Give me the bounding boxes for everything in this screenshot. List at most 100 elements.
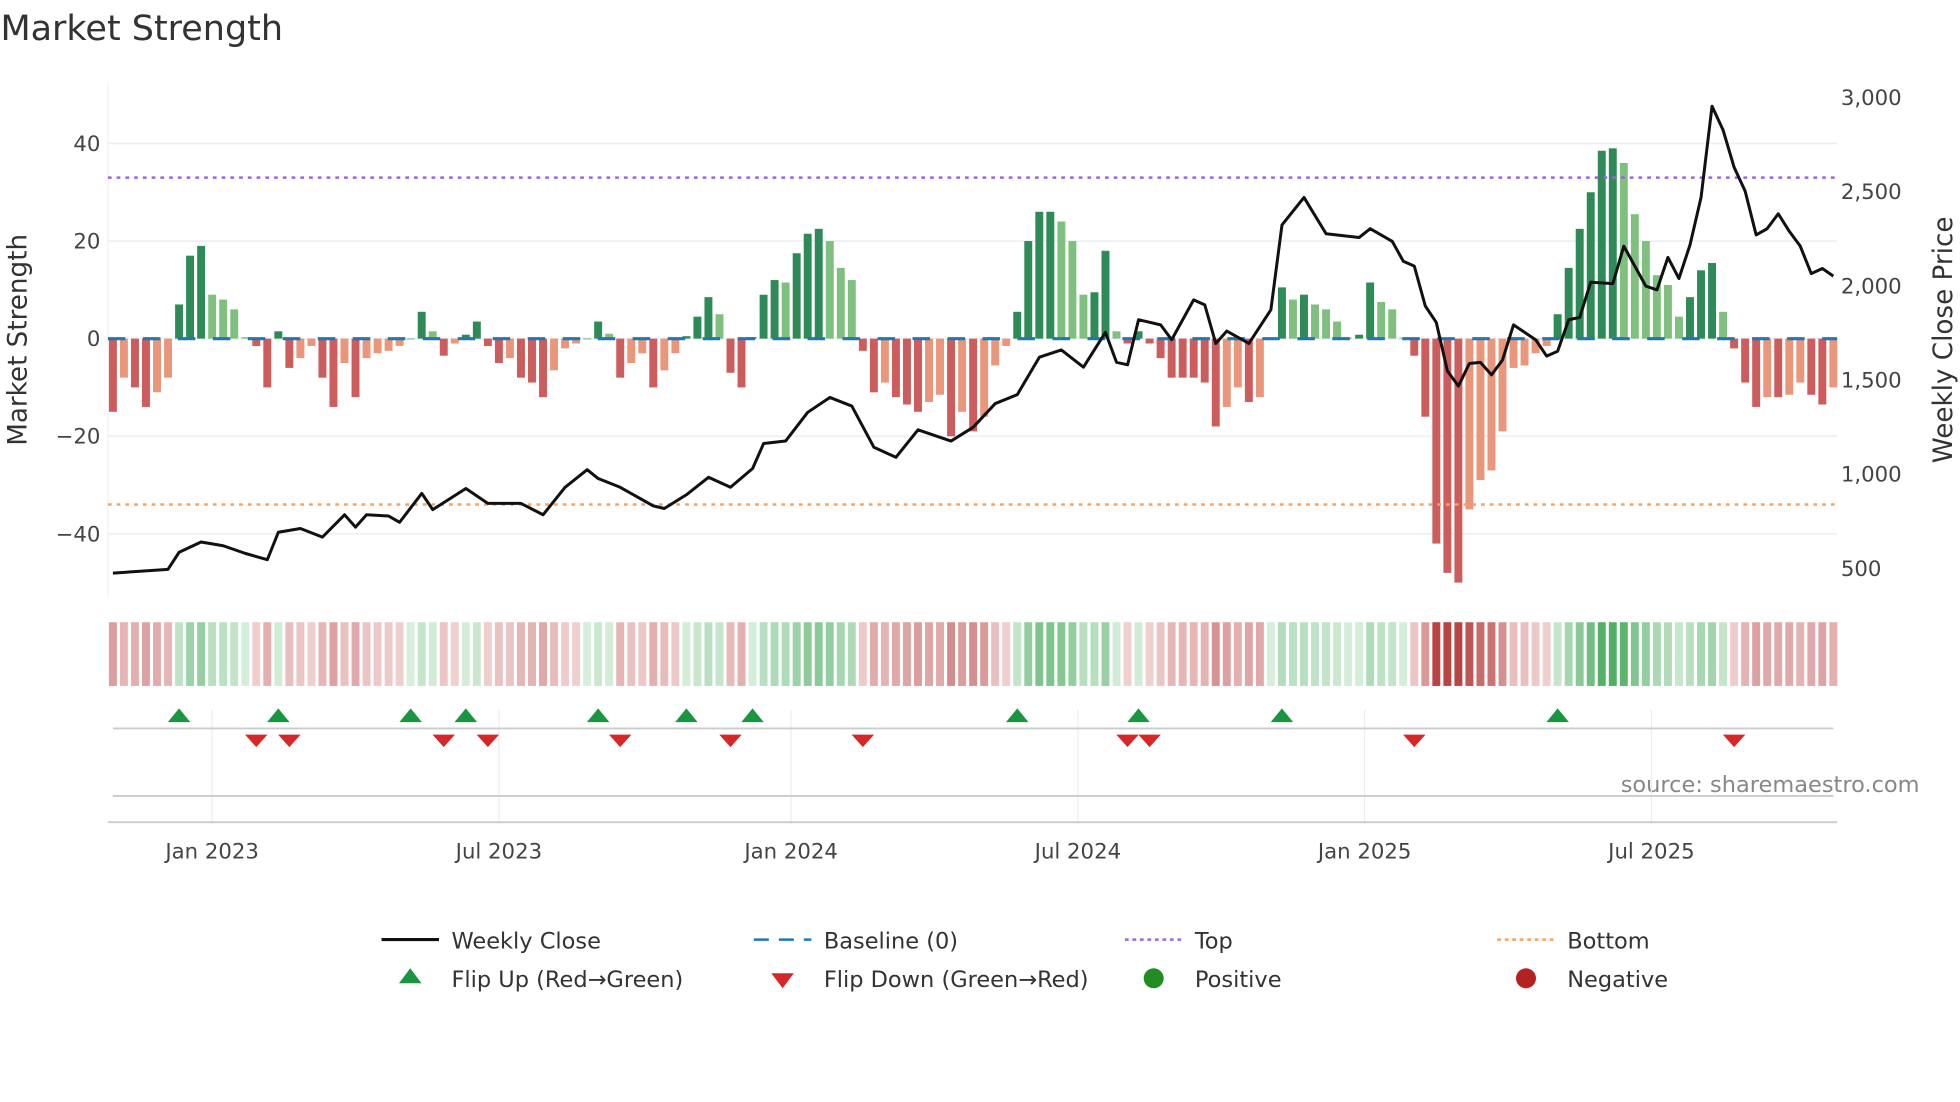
flip-up-marker <box>167 708 191 723</box>
legend-item-bottom: Bottom <box>1497 928 1650 954</box>
legend-item-negative: Negative <box>1516 967 1668 993</box>
strength-bar <box>285 338 294 368</box>
strength-strip-cell <box>528 622 536 686</box>
strength-strip-cell <box>638 622 647 686</box>
strength-bar <box>483 338 492 346</box>
strength-bar <box>1741 338 1750 383</box>
strength-strip-cell <box>340 622 349 686</box>
strength-bar <box>1145 338 1154 344</box>
strength-strip-cell <box>737 622 746 686</box>
strength-strip-cell <box>1002 622 1011 686</box>
strength-bar <box>792 253 801 339</box>
strength-bar <box>914 338 922 412</box>
strength-strip-cell <box>880 622 889 686</box>
strength-strip-cell <box>969 622 978 686</box>
y-axis-label: Market Strength <box>4 234 34 446</box>
strength-bar <box>318 338 327 378</box>
legend-item-weekly-close: Weekly Close <box>381 928 601 954</box>
strength-bar <box>660 338 669 371</box>
strength-strip-cell <box>1090 622 1099 686</box>
strength-strip-cell <box>329 622 338 686</box>
circle-icon <box>1516 968 1536 989</box>
strength-bar <box>1719 311 1728 339</box>
triangle-up-icon <box>399 968 422 984</box>
strength-strip-cell <box>130 622 139 686</box>
strength-bar <box>1035 211 1044 339</box>
y2-tick-label: 1,000 <box>1841 463 1902 488</box>
strength-bar <box>616 338 625 378</box>
strength-strip-cell <box>1531 622 1540 686</box>
strength-strip-cell <box>1377 622 1386 686</box>
strength-strip-cell <box>1697 622 1705 686</box>
strength-strip-cell <box>1035 622 1044 686</box>
strength-bar <box>737 338 746 388</box>
strength-bar <box>649 338 658 388</box>
strength-bar <box>1255 338 1264 398</box>
strength-strip-cell <box>958 622 967 686</box>
y-tick-label: −20 <box>56 425 101 450</box>
strength-bar <box>781 282 790 339</box>
strength-bar <box>1388 309 1397 339</box>
strength-strip-cell <box>1145 622 1154 686</box>
x-tick-label: Jul 2025 <box>1606 839 1694 864</box>
strength-strip-cell <box>285 622 294 686</box>
strength-bar <box>1774 338 1783 398</box>
strength-bar <box>880 338 889 383</box>
strength-strip-cell <box>583 622 592 686</box>
flip-up-marker <box>741 708 764 723</box>
strength-bar <box>1200 338 1209 383</box>
strength-bar <box>1101 250 1110 339</box>
flip-down-marker <box>245 734 268 748</box>
legend-item-flip-down: Flip Down (Green→Red) <box>771 967 1089 993</box>
strength-strip-cell <box>825 622 834 686</box>
flip-down-marker <box>608 734 632 748</box>
strength-bar <box>1013 311 1022 339</box>
strength-bar <box>1222 338 1231 407</box>
circle-icon <box>1143 968 1164 989</box>
strength-bar <box>296 338 305 359</box>
strength-bar <box>164 338 173 378</box>
strength-strip-cell <box>1156 622 1165 686</box>
strength-bar <box>1708 262 1717 339</box>
strength-strip-cell <box>1399 622 1408 686</box>
strength-bar <box>450 338 459 344</box>
strength-bar <box>1553 314 1562 339</box>
strength-strip-cell <box>1233 622 1242 686</box>
flip-down-marker <box>1138 734 1161 748</box>
strength-bar <box>263 338 272 388</box>
strength-strip-cell <box>847 622 856 686</box>
strength-bar <box>1454 338 1463 583</box>
strength-strip-cell <box>1619 622 1628 686</box>
strength-bar <box>858 338 867 351</box>
strength-bar <box>1785 338 1794 395</box>
strength-strip-cell <box>505 622 514 686</box>
strength-strip-cell <box>616 622 625 686</box>
strength-strip-cell <box>1807 622 1816 686</box>
strength-strip-cell <box>494 622 503 686</box>
strength-strip-cell <box>108 622 117 686</box>
flip-up-marker <box>586 708 610 723</box>
strength-bar <box>1697 270 1705 339</box>
strength-bar <box>472 321 481 339</box>
strength-bar <box>594 321 603 339</box>
strength-strip-cell <box>296 622 305 686</box>
strength-bar <box>1630 214 1639 339</box>
strength-strip-cell <box>759 622 768 686</box>
strength-bar <box>362 338 371 359</box>
strength-bar <box>230 309 239 339</box>
strength-strip-cell <box>1079 622 1088 686</box>
strength-strip-cell <box>153 622 161 686</box>
strength-strip-cell <box>1244 622 1253 686</box>
strength-strip-cell <box>186 622 195 686</box>
strength-bar <box>1057 221 1066 339</box>
strength-bar <box>494 338 503 364</box>
strength-strip-cell <box>1421 622 1430 686</box>
strength-bar <box>1189 338 1198 378</box>
strength-strip-cell <box>1101 622 1110 686</box>
strength-strip-cell <box>814 622 823 686</box>
strength-strip-cell <box>483 622 492 686</box>
flip-down-marker <box>1403 734 1426 748</box>
strength-strip-cell <box>1200 622 1209 686</box>
flip-up-marker <box>1005 708 1029 723</box>
strength-strip-cell <box>1057 622 1066 686</box>
